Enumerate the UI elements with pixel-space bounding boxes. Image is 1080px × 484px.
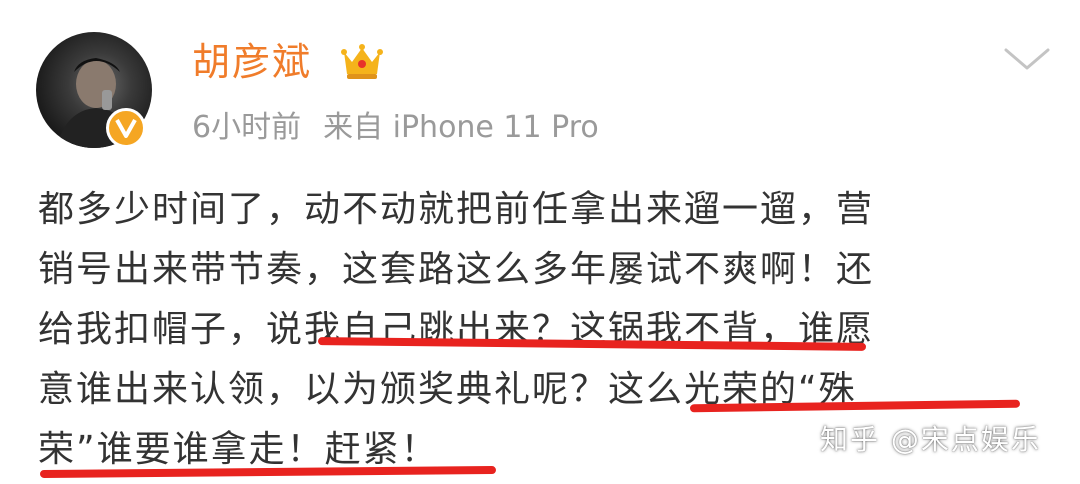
user-name[interactable]: 胡彦斌 (192, 36, 312, 88)
post-line: 给我扣帽子，说我自己跳出来？这锅我不背，谁愿 (38, 309, 875, 350)
post-line: 意谁出来认领，以为颁奖典礼呢？这么光荣的“殊 (38, 369, 857, 410)
crown-icon (341, 44, 383, 79)
post-source[interactable]: 来自 iPhone 11 Pro (323, 110, 599, 145)
post-line: 销号出来带节奏，这套路这么多年屡试不爽啊！还 (38, 249, 875, 290)
verified-v-icon (106, 108, 146, 148)
post-meta: 6小时前 来自 iPhone 11 Pro (192, 108, 621, 148)
post-line: 都多少时间了，动不动就把前任拿出来遛一遛，营 (38, 189, 875, 230)
post-time: 6小时前 (192, 110, 302, 145)
chevron-down-icon[interactable] (1002, 44, 1052, 74)
watermark: 知乎 @宋点娱乐 (820, 423, 1041, 456)
